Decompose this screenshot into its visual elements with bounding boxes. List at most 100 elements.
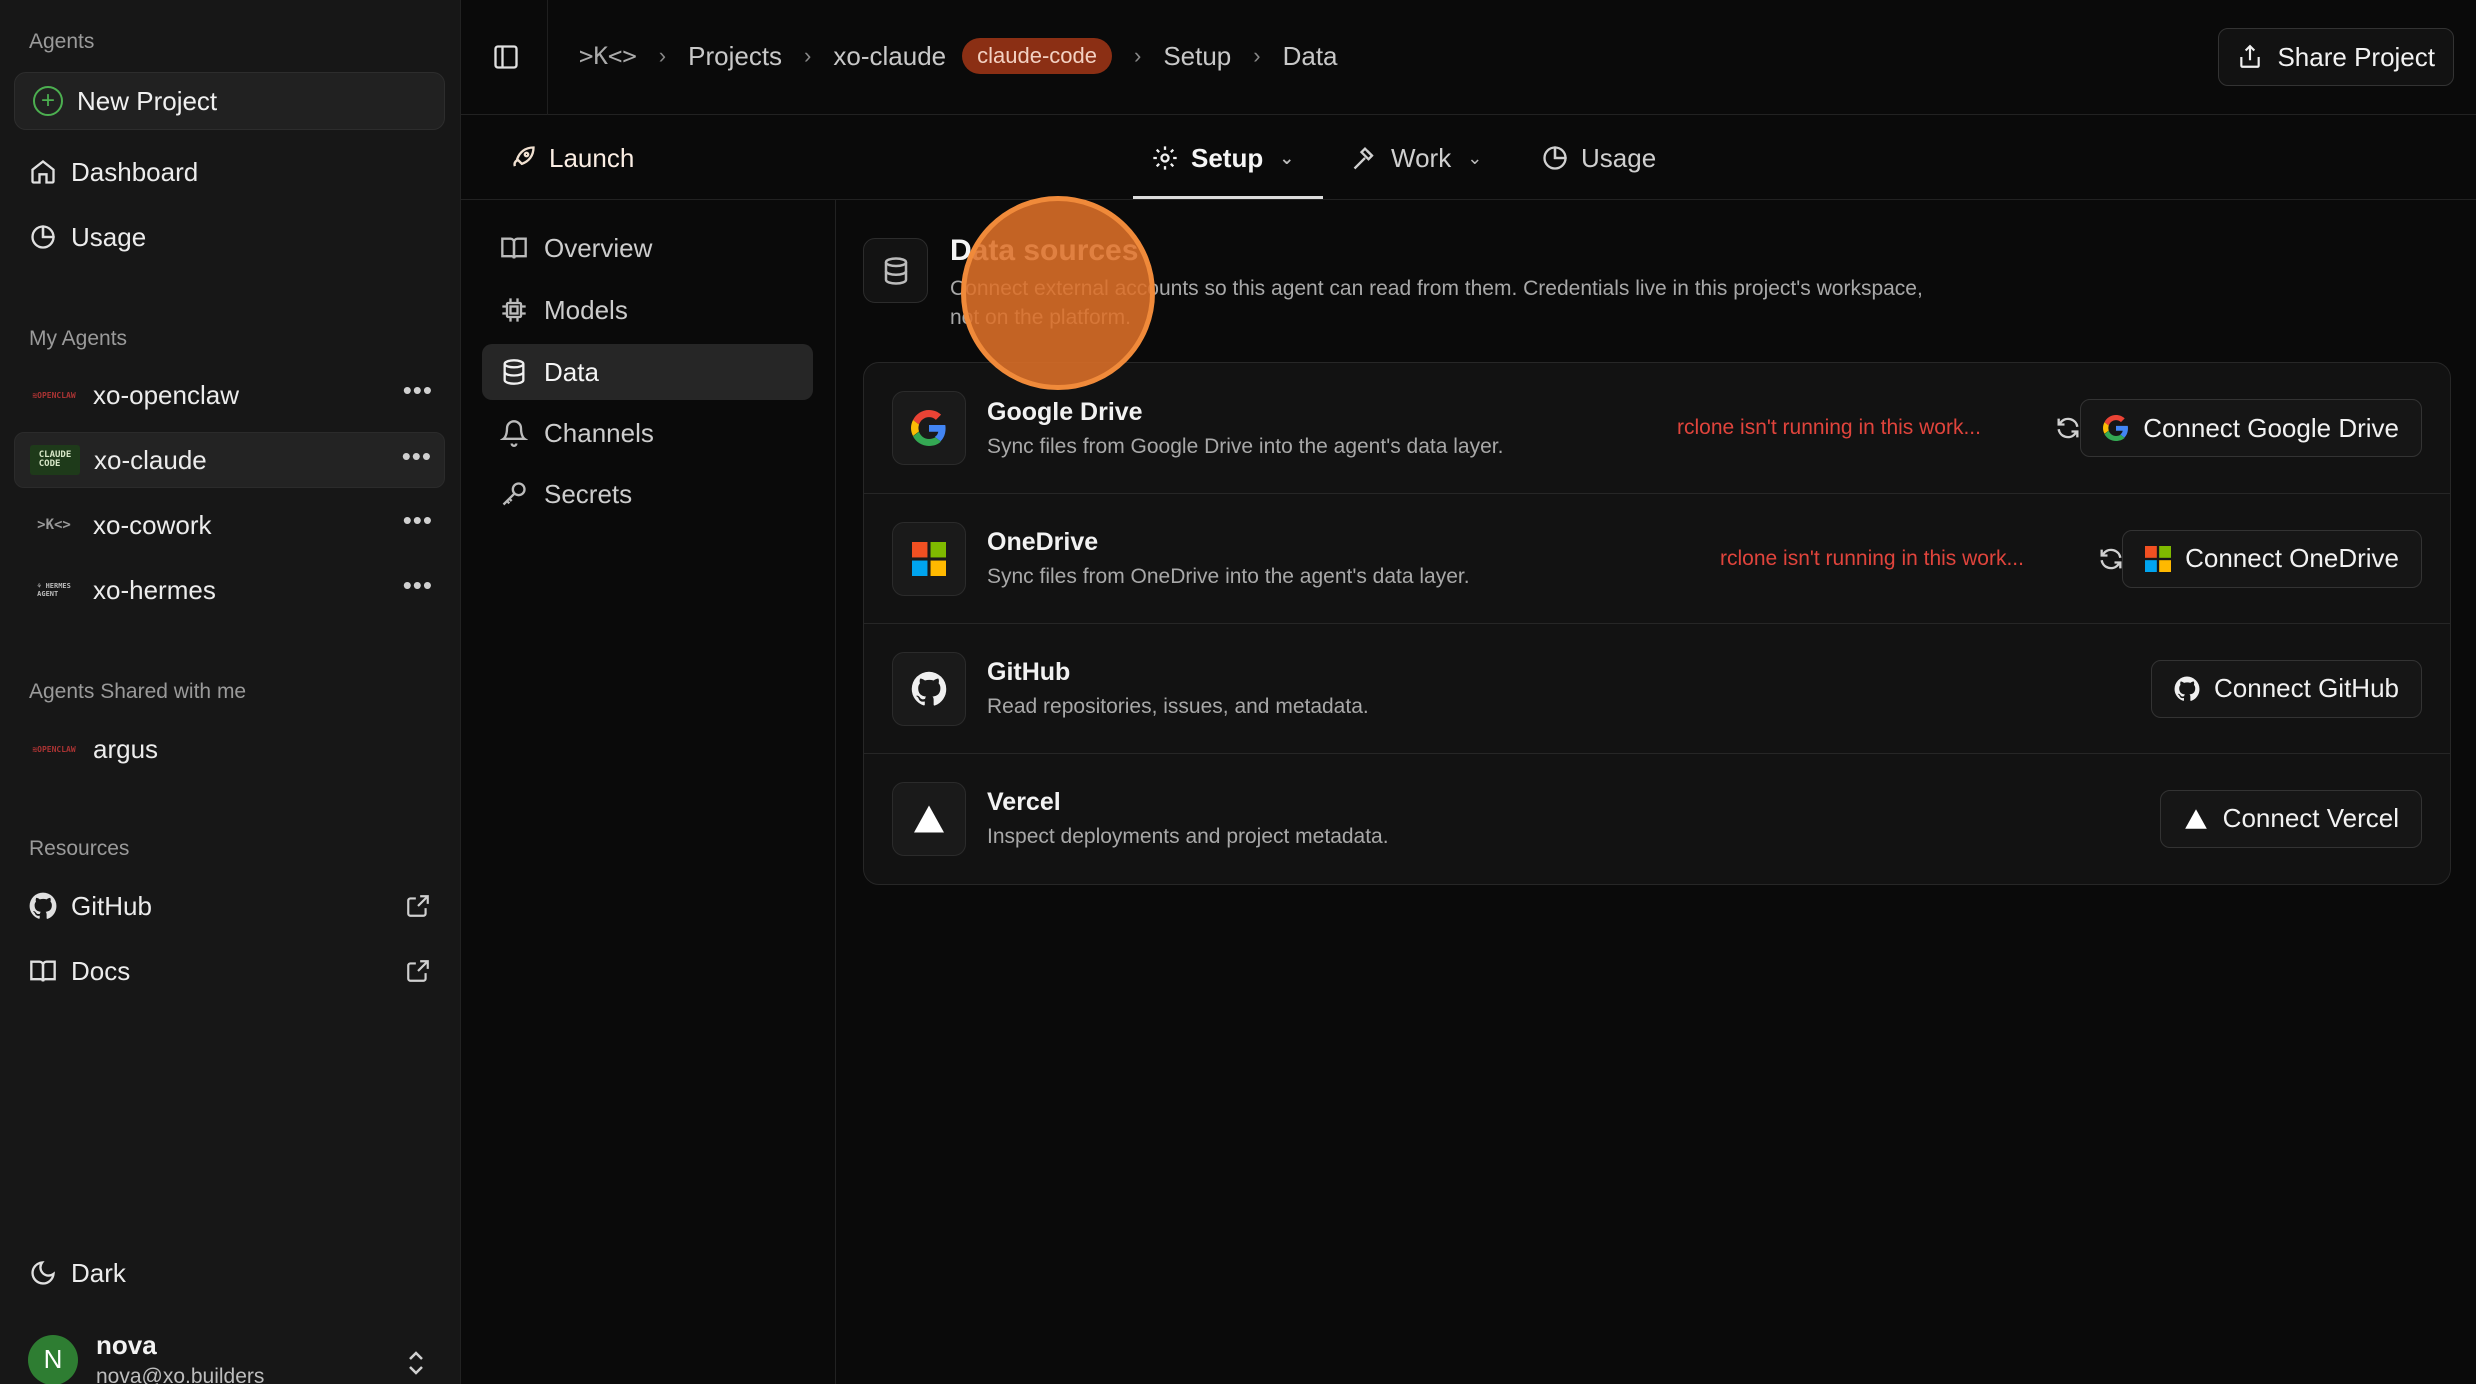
cowork-logo-icon: >K<> [37, 516, 71, 533]
subnav-channels[interactable]: Channels [482, 405, 813, 461]
subnav-label: Models [544, 294, 628, 325]
main-area: >K<> › Projects › xo-claude claude-code … [461, 0, 2476, 1384]
tab-work[interactable]: Work ⌄ [1351, 116, 1482, 200]
breadcrumb: >K<> › Projects › xo-claude claude-code … [579, 38, 1338, 74]
new-project-label: New Project [77, 85, 218, 116]
tab-usage[interactable]: Usage [1541, 116, 1656, 200]
github-icon [2174, 676, 2200, 701]
source-name: Google Drive [987, 397, 1143, 426]
chevron-right-icon: › [658, 43, 667, 68]
home-icon [31, 160, 55, 184]
gear-icon [1153, 146, 1177, 170]
source-description: Read repositories, issues, and metadata. [987, 695, 1369, 718]
agent-item-xo-cowork[interactable]: >K<> xo-cowork ••• [14, 497, 445, 553]
connect-google-drive-button[interactable]: Connect Google Drive [2080, 399, 2422, 457]
subnav-data[interactable]: Data [482, 344, 813, 400]
google-icon [2103, 415, 2129, 441]
chevron-right-icon: › [804, 43, 812, 68]
resource-label: GitHub [71, 890, 152, 921]
subnav-label: Secrets [544, 478, 633, 509]
vercel-icon [2184, 808, 2207, 829]
subnav-label: Data [544, 356, 599, 387]
resource-link-docs[interactable]: Docs [14, 943, 445, 999]
tab-bar: Launch Setup ⌄ Work ⌄ Usage [461, 116, 2476, 390]
sidebar-item-label: Usage [71, 221, 147, 252]
google-icon [892, 391, 966, 465]
subnav-models[interactable]: Models [482, 282, 813, 338]
error-message: rclone isn't running in this work... [1677, 416, 1981, 439]
settings-subnav: Overview Models Data Channels Secrets [461, 200, 836, 1384]
agent-name: xo-cowork [93, 509, 212, 540]
chevron-right-icon: › [1253, 43, 1261, 68]
vercel-icon [892, 781, 966, 856]
breadcrumb-setup[interactable]: Setup [1163, 41, 1231, 72]
microsoft-icon [2145, 545, 2172, 572]
agent-item-xo-claude[interactable]: CLAUDE CODE xo-claude ••• [14, 432, 445, 488]
sidebar-item-label: Dashboard [71, 156, 199, 187]
page-title: Data sources [950, 234, 1139, 267]
subnav-secrets[interactable]: Secrets [482, 466, 813, 522]
agent-item-xo-hermes[interactable]: ⚘ HERMES AGENT xo-hermes ••• [14, 562, 445, 618]
connect-onedrive-button[interactable]: Connect OneDrive [2122, 529, 2422, 588]
tab-label: Work [1391, 142, 1452, 173]
breadcrumb-project[interactable]: xo-claude [833, 41, 946, 72]
bell-icon [500, 420, 528, 447]
pie-chart-icon [31, 225, 55, 249]
chevron-down-icon: ⌄ [1467, 147, 1483, 168]
button-label: Connect Google Drive [2143, 412, 2399, 443]
sidebar-item-dashboard[interactable]: Dashboard [14, 144, 445, 200]
share-project-button[interactable]: Share Project [2218, 28, 2454, 86]
user-menu[interactable]: N nova nova@xo.builders [28, 1330, 264, 1384]
source-description: Sync files from OneDrive into the agent'… [987, 565, 1470, 588]
more-options-icon[interactable]: ••• [403, 377, 433, 403]
external-link-icon [407, 895, 429, 917]
resource-link-github[interactable]: GitHub [14, 878, 445, 934]
database-icon [863, 238, 928, 303]
agent-item-xo-openclaw[interactable]: ≋OPENCLAW xo-openclaw ••• [14, 367, 445, 423]
tab-launch[interactable]: Launch [509, 116, 634, 200]
list-item: Google Drive Sync files from Google Driv… [864, 363, 2450, 493]
subnav-overview[interactable]: Overview [482, 220, 813, 276]
breadcrumb-projects[interactable]: Projects [688, 41, 782, 72]
chip-icon [502, 298, 526, 322]
plus-icon: + [33, 86, 63, 116]
page-description: Connect external accounts so this agent … [950, 277, 1923, 329]
button-label: Connect GitHub [2214, 673, 2399, 703]
resource-label: Docs [71, 955, 131, 986]
sidebar-item-usage[interactable]: Usage [14, 209, 445, 265]
source-description: Sync files from Google Drive into the ag… [987, 434, 1504, 458]
list-item: Vercel Inspect deployments and project m… [864, 753, 2450, 883]
source-name: Vercel [987, 788, 1061, 816]
sidebar-toggle-icon[interactable] [492, 43, 520, 71]
connect-vercel-button[interactable]: Connect Vercel [2159, 789, 2422, 848]
new-project-button[interactable]: + New Project [14, 72, 445, 130]
xo-logo-icon[interactable]: >K<> [579, 42, 637, 70]
theme-toggle[interactable]: Dark [14, 1245, 445, 1301]
book-icon [501, 237, 527, 259]
tab-setup[interactable]: Setup ⌄ [1151, 116, 1294, 200]
refresh-icon[interactable] [2097, 545, 2125, 573]
tab-label: Launch [549, 142, 635, 173]
chevron-up-down-icon[interactable] [404, 1348, 428, 1378]
book-icon [30, 960, 56, 982]
connect-github-button[interactable]: Connect GitHub [2151, 659, 2422, 718]
tab-label: Usage [1581, 142, 1657, 173]
data-sources-list: Google Drive Sync files from Google Driv… [863, 362, 2451, 885]
agent-name: xo-claude [94, 444, 207, 475]
data-sources-header: Data sources Connect external accounts s… [863, 234, 1950, 332]
agent-item-argus[interactable]: ≋OPENCLAW argus [14, 721, 445, 777]
theme-label: Dark [71, 1257, 126, 1288]
chevron-down-icon: ⌄ [1279, 147, 1295, 168]
pie-chart-icon [1543, 146, 1567, 170]
shared-section-title: Agents Shared with me [29, 680, 247, 703]
more-options-icon[interactable]: ••• [403, 507, 433, 533]
microsoft-icon [892, 521, 966, 596]
more-options-icon[interactable]: ••• [402, 443, 432, 469]
agent-name: xo-hermes [93, 574, 216, 605]
more-options-icon[interactable]: ••• [403, 572, 433, 598]
agent-name: argus [93, 733, 159, 764]
tab-label: Setup [1191, 142, 1264, 173]
refresh-icon[interactable] [2054, 414, 2082, 442]
github-icon [29, 892, 57, 919]
user-name: nova [96, 1330, 157, 1360]
